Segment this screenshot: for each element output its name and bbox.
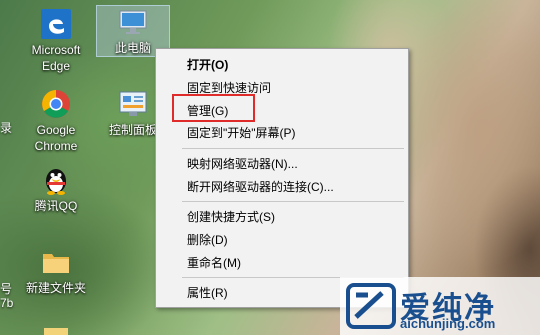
menu-item-map-network-drive[interactable]: 映射网络驱动器(N)...: [187, 154, 298, 174]
edge-icon: [40, 8, 72, 40]
qq-penguin-icon: [40, 164, 72, 196]
menu-item-create-shortcut[interactable]: 创建快捷方式(S): [187, 207, 275, 227]
watermark-logo-icon: [346, 283, 396, 329]
folder-icon: [40, 246, 72, 278]
menu-item-pin-start[interactable]: 固定到"开始"屏幕(P): [187, 123, 296, 143]
desktop-icon-label: Microsoft: [31, 43, 81, 57]
desktop-icon-label: Chrome: [34, 139, 78, 153]
cut-off-label: 号: [0, 282, 13, 296]
menu-item-open[interactable]: 打开(O): [187, 55, 228, 75]
menu-item-properties[interactable]: 属性(R): [187, 283, 228, 303]
menu-item-disconnect-network-drive[interactable]: 断开网络驱动器的连接(C)...: [187, 177, 334, 197]
desktop-icon-label: 新建文件夹: [25, 281, 86, 295]
desktop-icon-edge[interactable]: Microsoft Edge: [20, 8, 92, 74]
highlight-box: [172, 94, 255, 122]
menu-item-delete[interactable]: 删除(D): [187, 230, 228, 250]
watermark-url: aichunjing.com: [400, 316, 496, 331]
chrome-icon: [40, 88, 72, 120]
cut-off-label: 7b: [0, 296, 14, 310]
desktop-icon-label: 腾讯QQ: [34, 199, 78, 213]
desktop-icon-label: Edge: [41, 59, 71, 73]
menu-separator: [182, 201, 404, 202]
context-menu: 打开(O) 固定到快速访问 管理(G) 固定到"开始"屏幕(P) 映射网络驱动器…: [155, 48, 409, 308]
desktop-icon-qq[interactable]: 腾讯QQ: [20, 164, 92, 214]
desktop-icon-label: Google: [36, 123, 76, 137]
menu-item-rename[interactable]: 重命名(M): [187, 253, 241, 273]
desktop-icon-chrome[interactable]: Google Chrome: [20, 88, 92, 154]
folder-icon[interactable]: [44, 328, 68, 335]
computer-icon: [117, 6, 149, 38]
cut-off-label: 录: [0, 121, 13, 135]
menu-separator: [182, 148, 404, 149]
desktop-icon-new-folder[interactable]: 新建文件夹: [20, 246, 92, 296]
control-panel-icon: [117, 88, 149, 120]
